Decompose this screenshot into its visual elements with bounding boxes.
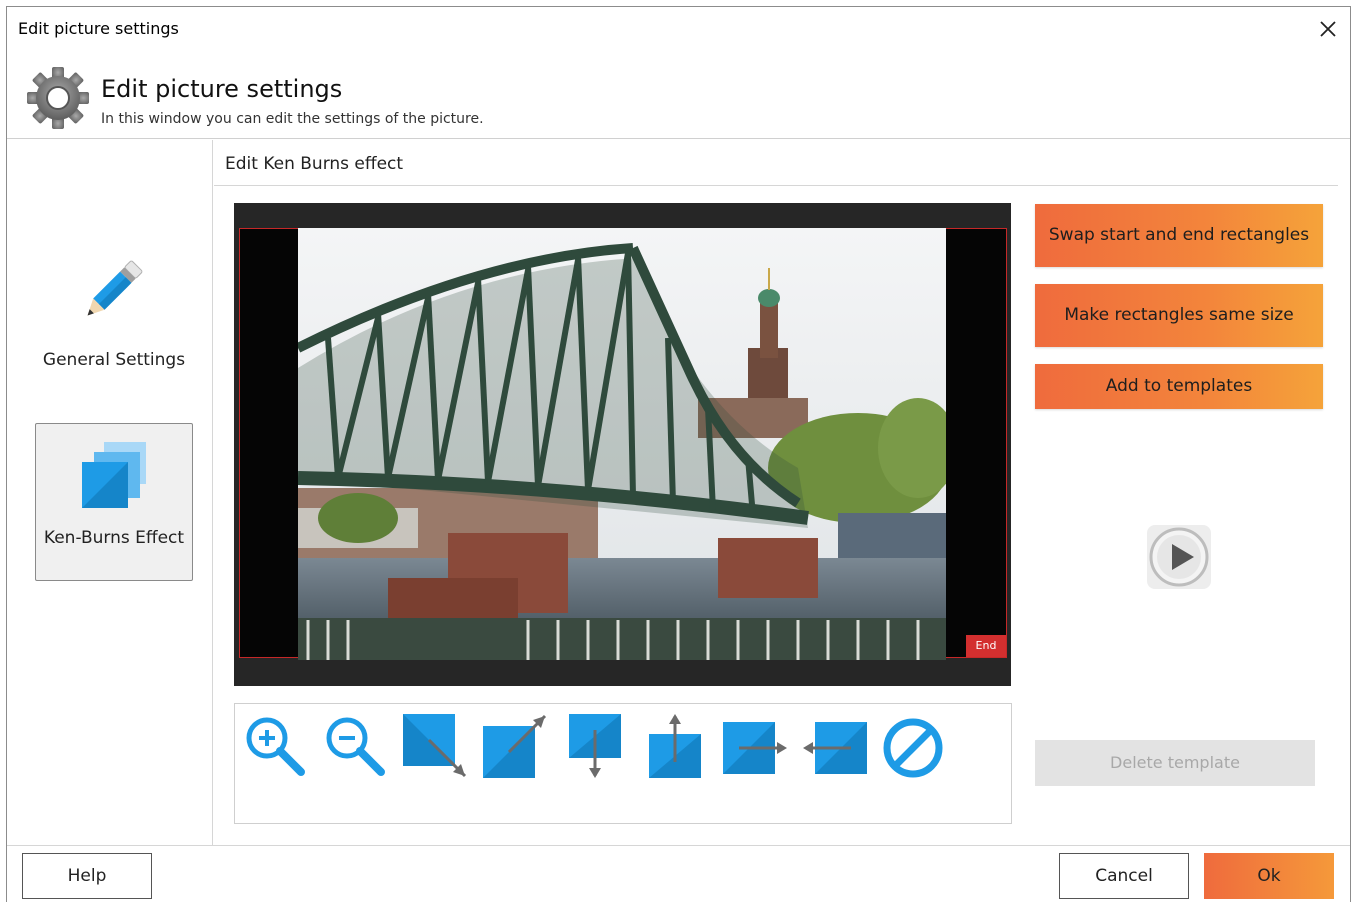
section-title: Edit Ken Burns effect: [225, 154, 404, 174]
sidebar-item-label: Ken-Burns Effect: [43, 528, 185, 548]
header-title: Edit picture settings: [101, 75, 343, 103]
end-rectangle-label: End: [966, 635, 1006, 657]
footer-divider: [7, 845, 1350, 846]
ken-burns-icon: [82, 442, 146, 508]
sidebar: General Settings Ken-Burns Effect: [7, 140, 213, 845]
sidebar-item-label: General Settings: [42, 350, 186, 370]
move-down-icon[interactable]: [559, 710, 631, 782]
pencil-icon: [87, 260, 143, 316]
picture-preview: [298, 228, 946, 660]
move-up-icon[interactable]: [639, 710, 711, 782]
swap-rectangles-button[interactable]: Swap start and end rectangles: [1035, 204, 1323, 267]
window-title: Edit picture settings: [18, 19, 179, 38]
move-right-icon[interactable]: [719, 710, 791, 782]
add-to-templates-button[interactable]: Add to templates: [1035, 364, 1323, 409]
sidebar-item-general-settings[interactable]: General Settings: [35, 240, 193, 370]
move-top-right-icon[interactable]: [479, 710, 551, 782]
zoom-out-icon[interactable]: [319, 710, 391, 782]
zoom-in-icon[interactable]: [239, 710, 311, 782]
gear-icon: [27, 67, 89, 129]
edit-picture-settings-dialog: Edit picture settings Edit picture setti…: [6, 6, 1351, 902]
no-effect-icon[interactable]: [879, 710, 951, 782]
header-subtitle: In this window you can edit the settings…: [101, 111, 484, 127]
same-size-button[interactable]: Make rectangles same size: [1035, 284, 1323, 347]
move-left-icon[interactable]: [799, 710, 871, 782]
ken-burns-toolbar: [234, 703, 1012, 824]
section-divider: [214, 185, 1338, 186]
dialog-header: Edit picture settings In this window you…: [7, 51, 1350, 139]
help-button[interactable]: Help: [22, 853, 152, 899]
sidebar-item-ken-burns-effect[interactable]: Ken-Burns Effect: [35, 423, 193, 581]
move-bottom-right-icon[interactable]: [399, 710, 471, 782]
title-bar: Edit picture settings: [7, 7, 1350, 51]
delete-template-button[interactable]: Delete template: [1035, 740, 1315, 786]
play-icon[interactable]: [1145, 523, 1213, 591]
cancel-button[interactable]: Cancel: [1059, 853, 1189, 899]
ok-button[interactable]: Ok: [1204, 853, 1334, 899]
close-icon[interactable]: [1316, 17, 1340, 41]
ken-burns-preview[interactable]: End: [234, 203, 1011, 686]
